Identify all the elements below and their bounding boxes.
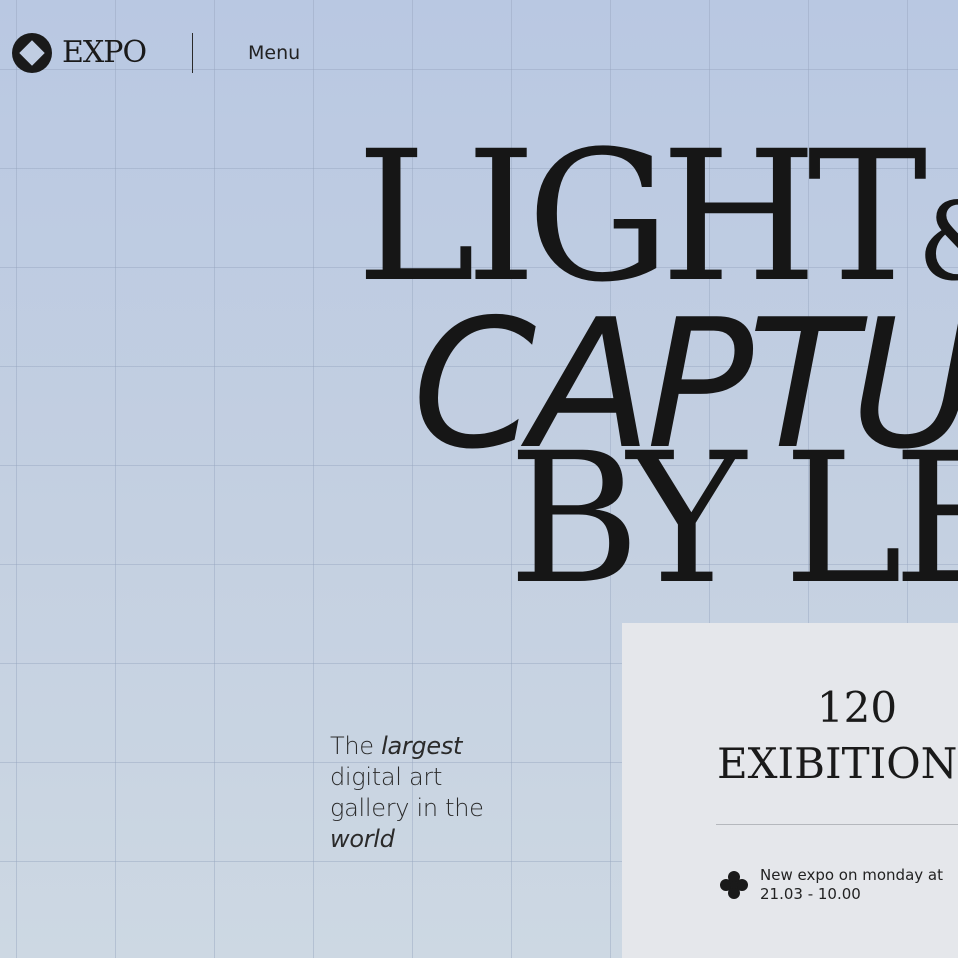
hero-ampersand: &	[917, 180, 958, 305]
tagline-emphasis-largest: largest	[381, 732, 463, 760]
clover-icon	[720, 871, 748, 899]
next-expo-line-1: New expo on monday at	[760, 866, 943, 884]
tagline-middle: digital art gallery in the	[330, 763, 484, 822]
hero-line-3: BY LE	[508, 415, 958, 624]
logo-text: EXPO	[62, 35, 147, 70]
logo-link[interactable]: EXPO	[12, 33, 147, 73]
tagline: The largest digital art gallery in the w…	[330, 731, 510, 855]
next-expo-line-2: 21.03 - 10.00	[760, 885, 861, 903]
exhibition-label: EXIBITION	[717, 739, 958, 788]
menu-button[interactable]: Menu	[248, 40, 300, 66]
hero-line-1-text: LIGHT	[356, 113, 927, 322]
tagline-emphasis-world: world	[330, 825, 395, 853]
exhibitions-card: 120 EXIBITION New expo on monday at 21.0…	[622, 623, 958, 958]
logo-icon	[12, 33, 52, 73]
exhibition-count: 120	[816, 683, 898, 732]
next-expo-info: New expo on monday at 21.03 - 10.00	[760, 866, 943, 904]
nav-divider	[192, 33, 193, 73]
tagline-prefix: The	[330, 732, 382, 760]
hero-line-2: CAPTU	[412, 281, 958, 488]
hero-line-1: LIGHT&	[356, 128, 958, 333]
card-divider	[716, 824, 958, 825]
